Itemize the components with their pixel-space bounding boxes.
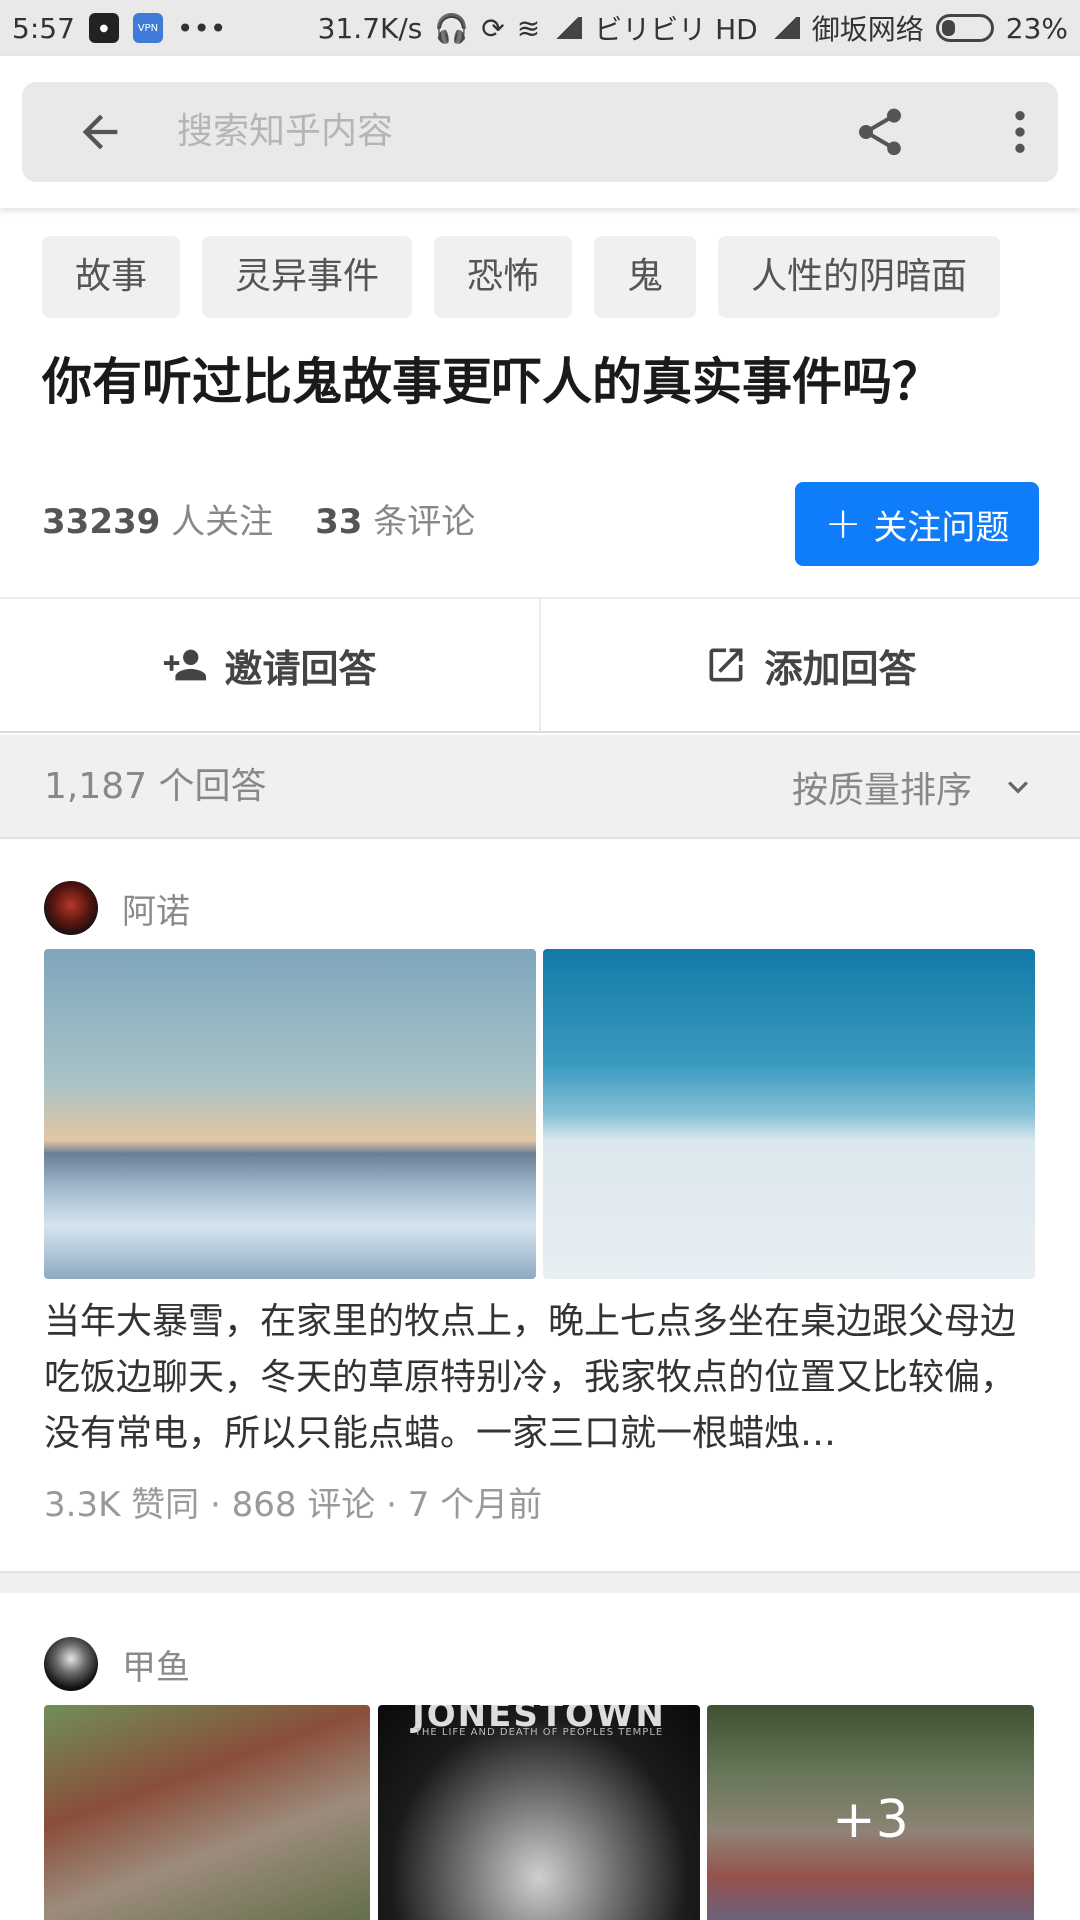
answer-count: 1,187 个回答	[44, 766, 267, 807]
answer-author[interactable]: 阿诺	[44, 881, 190, 935]
sort-label: 按质量排序	[791, 770, 972, 811]
tag-horror[interactable]: 恐怖	[434, 236, 573, 318]
comments-stat[interactable]: 33 条评论	[315, 494, 475, 543]
followers-count: 33239	[42, 502, 161, 542]
edit-icon	[709, 648, 743, 682]
plus-icon: +	[824, 498, 862, 549]
card-divider	[0, 1571, 1080, 1593]
tag-ghost[interactable]: 鬼	[594, 236, 697, 318]
answer-card[interactable]: 甲鱼 JONESTOWN THE LIFE AND DEATH OF PEOPL…	[0, 1595, 1080, 1920]
answer-image[interactable]	[543, 949, 1035, 1279]
headphones-icon: 🎧	[434, 11, 470, 45]
author-name[interactable]: 甲鱼	[122, 1640, 190, 1689]
more-notifications-icon: •••	[176, 11, 227, 45]
status-bar: 5:57 ● VPN ••• 31.7K/s 🎧 ⟳ ≋ ビリビリ HD 御坂网…	[0, 0, 1080, 56]
battery-level: 23%	[1005, 11, 1068, 45]
carrier-1: ビリビリ HD	[594, 13, 758, 46]
person-add-icon	[164, 649, 207, 681]
answer-image[interactable]: JONESTOWN THE LIFE AND DEATH OF PEOPLES …	[378, 1705, 700, 1920]
sort-dropdown[interactable]: 按质量排序	[792, 735, 1038, 839]
status-time: 5:57	[12, 11, 75, 45]
add-answer-button[interactable]: 添加回答	[541, 599, 1080, 731]
chevron-down-icon	[1008, 781, 1028, 794]
share-icon[interactable]	[852, 104, 908, 160]
back-arrow-icon[interactable]	[74, 106, 126, 158]
comments-count: 33	[315, 502, 363, 542]
signal-icon	[552, 17, 583, 39]
add-answer-label: 添加回答	[764, 646, 917, 691]
answer-excerpt[interactable]: 当年大暴雪，在家里的牧点上，晚上七点多坐在桌边跟父母边吃饭边聊天，冬天的草原特别…	[44, 1294, 1040, 1462]
avatar[interactable]	[44, 1637, 98, 1691]
poster-subtitle: THE LIFE AND DEATH OF PEOPLES TEMPLE	[414, 1727, 664, 1738]
answer-image[interactable]: +3	[707, 1705, 1034, 1920]
answer-author[interactable]: 甲鱼	[44, 1637, 190, 1691]
sync-icon: ⟳	[481, 11, 505, 45]
search-input[interactable]: 搜索知乎内容	[177, 82, 393, 182]
follow-question-button[interactable]: + 关注问题	[795, 482, 1039, 566]
more-images-count[interactable]: +3	[707, 1705, 1034, 1920]
follow-button-label: 关注问题	[873, 507, 1010, 548]
tag-supernatural[interactable]: 灵异事件	[202, 236, 413, 318]
answer-image[interactable]	[44, 1705, 370, 1920]
qq-icon: ●	[88, 13, 119, 43]
tag-dark-side[interactable]: 人性的阴暗面	[718, 236, 1001, 318]
sort-bar: 1,187 个回答 按质量排序	[0, 735, 1080, 839]
author-name[interactable]: 阿诺	[122, 884, 190, 933]
invite-answer-label: 邀请回答	[224, 646, 377, 691]
answer-actions: 邀请回答 添加回答	[0, 599, 1080, 733]
search-box[interactable]: 搜索知乎内容	[22, 82, 1058, 182]
vpn-icon: VPN	[132, 13, 163, 43]
answer-meta: 3.3K 赞同 · 868 评论 · 7 个月前	[44, 1485, 543, 1525]
invite-answer-button[interactable]: 邀请回答	[0, 599, 541, 731]
tag-story[interactable]: 故事	[42, 236, 181, 318]
answer-image[interactable]	[44, 949, 536, 1279]
answer-card[interactable]: 阿诺 当年大暴雪，在家里的牧点上，晚上七点多坐在桌边跟父母边吃饭边聊天，冬天的草…	[0, 841, 1080, 1571]
question-title: 你有听过比鬼故事更吓人的真实事件吗？	[42, 353, 942, 411]
topic-tags: 故事 灵异事件 恐怖 鬼 人性的阴暗面	[42, 236, 1001, 318]
followers-label: 人关注	[171, 502, 274, 542]
battery-icon	[935, 14, 994, 42]
comments-label: 条评论	[373, 502, 476, 542]
wifi-icon: ≋	[516, 11, 541, 45]
network-speed: 31.7K/s	[317, 11, 423, 45]
more-vert-icon[interactable]	[992, 104, 1048, 160]
question-meta: 33239 人关注 33 条评论	[42, 494, 475, 543]
top-bar: 搜索知乎内容	[0, 56, 1080, 208]
carrier-2: 御坂网络	[811, 13, 924, 46]
followers-stat: 33239 人关注	[42, 494, 273, 543]
signal-icon-2	[769, 17, 800, 39]
avatar[interactable]	[44, 881, 98, 935]
